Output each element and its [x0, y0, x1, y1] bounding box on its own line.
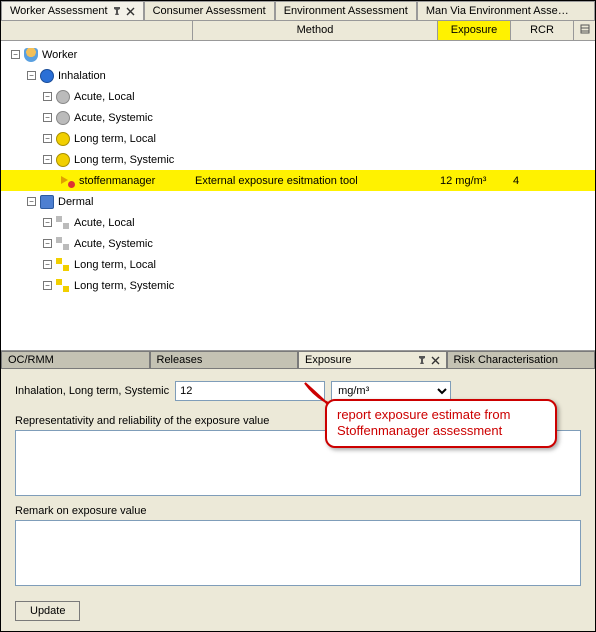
col-header-empty — [1, 21, 193, 40]
collapse-icon[interactable]: − — [27, 71, 36, 80]
subtab-ocrmm[interactable]: OC/RMM — [1, 351, 150, 369]
leaf-method: External exposure esitmation tool — [193, 175, 438, 187]
endpoint-icon — [56, 279, 70, 293]
endpoint-icon — [56, 132, 70, 146]
leaf-rcr: 4 — [511, 175, 574, 187]
close-icon[interactable] — [431, 356, 440, 365]
tab-worker-assessment[interactable]: Worker Assessment — [1, 1, 144, 20]
leaf-label: stoffenmanager — [79, 175, 155, 187]
subtab-label: Risk Characterisation — [454, 354, 559, 366]
tree-node-derm-long-local[interactable]: − Long term, Local — [1, 254, 595, 275]
subtab-label: Releases — [157, 354, 203, 366]
tab-label: Worker Assessment — [10, 5, 108, 17]
subtab-label: Exposure — [305, 354, 351, 366]
tree-node-worker[interactable]: − Worker — [1, 44, 595, 65]
node-label: Acute, Local — [74, 91, 135, 103]
collapse-icon[interactable]: − — [27, 197, 36, 206]
tree-node-derm-acute-local[interactable]: − Acute, Local — [1, 212, 595, 233]
inhalation-icon — [40, 69, 54, 83]
assessment-tree[interactable]: − Worker − Inhalation − Acute, Local − A… — [1, 41, 595, 350]
node-label: Acute, Systemic — [74, 238, 153, 250]
collapse-icon[interactable]: − — [11, 50, 20, 59]
node-label: Acute, Systemic — [74, 112, 153, 124]
dermal-icon — [40, 195, 54, 209]
col-header-extra[interactable] — [574, 21, 596, 40]
collapse-icon[interactable]: − — [43, 281, 52, 290]
node-label: Dermal — [58, 196, 93, 208]
collapse-icon[interactable]: − — [43, 92, 52, 101]
tree-leaf-stoffenmanager[interactable]: stoffenmanager External exposure esitmat… — [1, 170, 595, 191]
pin-icon[interactable] — [112, 6, 122, 16]
leaf-exposure: 12 mg/m³ — [438, 175, 511, 187]
close-icon[interactable] — [126, 7, 135, 16]
endpoint-icon — [56, 216, 70, 230]
collapse-icon[interactable]: − — [43, 134, 52, 143]
update-button[interactable]: Update — [15, 601, 80, 621]
collapse-icon[interactable]: − — [43, 155, 52, 164]
tool-icon — [61, 174, 75, 188]
subtab-releases[interactable]: Releases — [150, 351, 299, 369]
tab-label: Consumer Assessment — [153, 5, 266, 17]
tree-node-inh-acute-systemic[interactable]: − Acute, Systemic — [1, 107, 595, 128]
node-label: Long term, Systemic — [74, 280, 174, 292]
node-label: Long term, Local — [74, 259, 156, 271]
endpoint-icon — [56, 90, 70, 104]
tree-node-inh-long-systemic[interactable]: − Long term, Systemic — [1, 149, 595, 170]
node-label: Long term, Local — [74, 133, 156, 145]
tree-column-headers: Method Exposure RCR — [1, 21, 595, 41]
exposure-form: Inhalation, Long term, Systemic mg/m³ Re… — [1, 369, 595, 631]
collapse-icon[interactable]: − — [43, 218, 52, 227]
tree-node-inhalation[interactable]: − Inhalation — [1, 65, 595, 86]
tab-consumer-assessment[interactable]: Consumer Assessment — [144, 1, 275, 20]
assessment-tree-panel: Method Exposure RCR − Worker − Inhalatio… — [1, 21, 595, 351]
collapse-icon[interactable]: − — [43, 239, 52, 248]
remark-label: Remark on exposure value — [15, 505, 581, 517]
exposure-path-label: Inhalation, Long term, Systemic — [15, 385, 169, 397]
node-label: Inhalation — [58, 70, 106, 82]
tree-node-inh-acute-local[interactable]: − Acute, Local — [1, 86, 595, 107]
col-header-rcr[interactable]: RCR — [511, 21, 574, 40]
endpoint-icon — [56, 111, 70, 125]
tab-environment-assessment[interactable]: Environment Assessment — [275, 1, 417, 20]
annotation-callout: report exposure estimate from Stoffenman… — [325, 399, 557, 448]
exposure-unit-select[interactable]: mg/m³ — [331, 381, 451, 401]
collapse-icon[interactable]: − — [43, 113, 52, 122]
subtab-exposure[interactable]: Exposure — [298, 351, 447, 369]
endpoint-icon — [56, 237, 70, 251]
subtab-label: OC/RMM — [8, 354, 54, 366]
endpoint-icon — [56, 153, 70, 167]
tree-node-derm-long-systemic[interactable]: − Long term, Systemic — [1, 275, 595, 296]
tab-manvia-assessment[interactable]: Man Via Environment Asse… — [417, 1, 595, 20]
tab-label: Man Via Environment Asse… — [426, 5, 569, 17]
tree-node-inh-long-local[interactable]: − Long term, Local — [1, 128, 595, 149]
remark-textarea[interactable] — [15, 520, 581, 586]
assessment-tabs: Worker Assessment Consumer Assessment En… — [1, 1, 595, 21]
endpoint-icon — [56, 258, 70, 272]
col-header-method[interactable]: Method — [193, 21, 438, 40]
node-label: Acute, Local — [74, 217, 135, 229]
node-label: Worker — [42, 49, 77, 61]
exposure-value-input[interactable] — [175, 381, 325, 401]
detail-tabs: OC/RMM Releases Exposure Risk Characteri… — [1, 351, 595, 369]
node-label: Long term, Systemic — [74, 154, 174, 166]
tab-label: Environment Assessment — [284, 5, 408, 17]
col-header-exposure[interactable]: Exposure — [438, 21, 511, 40]
tree-node-derm-acute-systemic[interactable]: − Acute, Systemic — [1, 233, 595, 254]
tree-node-dermal[interactable]: − Dermal — [1, 191, 595, 212]
subtab-risk[interactable]: Risk Characterisation — [447, 351, 596, 369]
pin-icon[interactable] — [417, 355, 427, 365]
collapse-icon[interactable]: − — [43, 260, 52, 269]
worker-icon — [24, 48, 38, 62]
